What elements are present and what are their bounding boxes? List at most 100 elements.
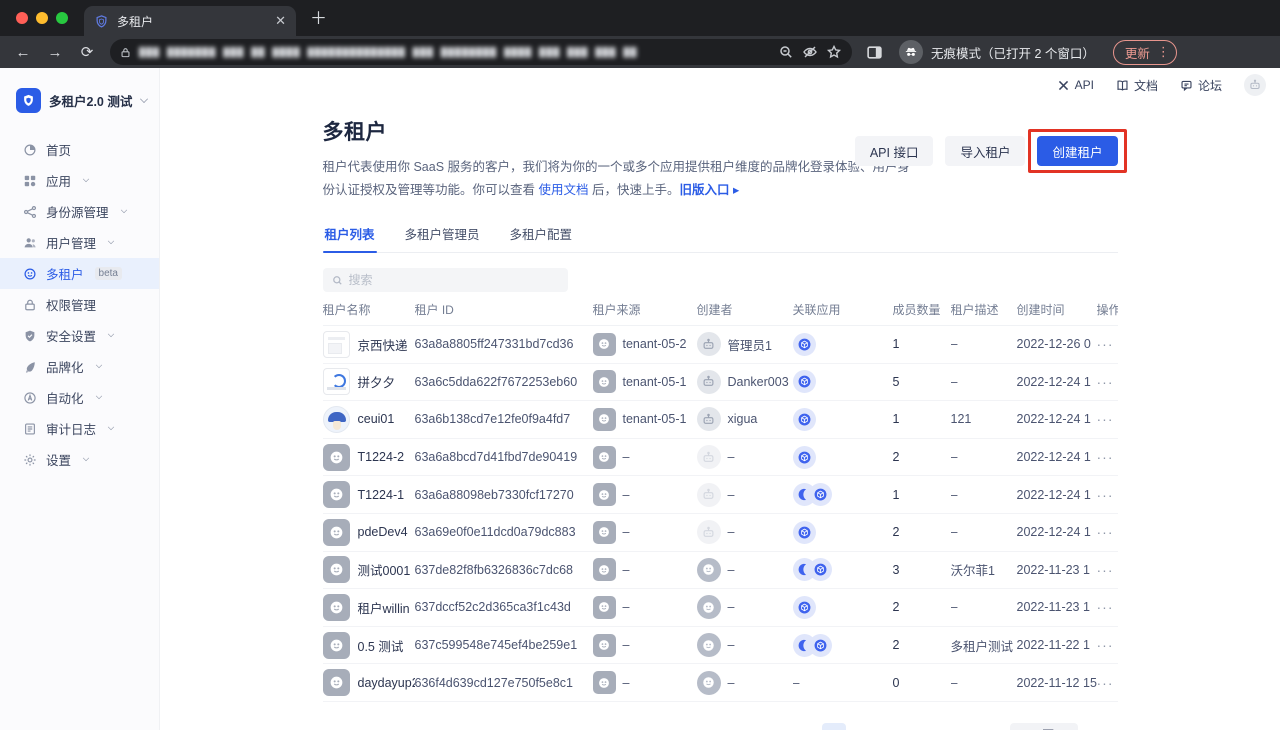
pagination-page-5[interactable]: 5 <box>942 723 966 730</box>
legacy-entry-link[interactable]: 旧版入口 ▸ <box>679 183 739 197</box>
members-count-cell: 1 <box>893 412 951 426</box>
table-row[interactable]: 测试0001637de82f8fb6326836c7dc68––3沃尔菲1202… <box>323 552 1118 590</box>
browser-menu-icon[interactable]: ⋮ <box>1157 44 1170 60</box>
table-row[interactable]: daydayup2636f4d639cd127e750f5e8c1–––0–20… <box>323 664 1118 702</box>
tenant-desc-cell: 121 <box>951 412 1017 426</box>
tenant-source-cell: – <box>593 671 697 694</box>
api-tool-icon <box>1057 79 1070 92</box>
topbar-docs-link[interactable]: 文档 <box>1116 77 1158 94</box>
import-tenant-button[interactable]: 导入租户 <box>945 136 1025 166</box>
tab-2[interactable]: 多租户管理员 <box>403 218 482 252</box>
table-row[interactable]: T1224-263a6a8bcd7d41fbd7de90419––2–2022-… <box>323 439 1118 477</box>
source-tenant-icon <box>593 483 616 506</box>
table-row[interactable]: 租户willin637dccf52c2d365ca3f1c43d––2–2022… <box>323 589 1118 627</box>
row-actions-button[interactable]: ··· <box>1097 599 1118 615</box>
forward-button[interactable]: → <box>42 44 68 61</box>
row-actions-button[interactable]: ··· <box>1097 336 1118 352</box>
pagination-page-1[interactable]: 1 <box>822 723 846 730</box>
pagination-page-3[interactable]: 3 <box>882 723 906 730</box>
page-size-select[interactable]: 10 / 页 <box>1010 723 1078 730</box>
tenant-source-cell: tenant-05-1 <box>593 408 697 431</box>
brand-icon <box>23 360 37 374</box>
new-tab-button[interactable]: ＋ <box>310 4 327 36</box>
pagination-page-4[interactable]: 4 <box>912 723 936 730</box>
row-actions-button[interactable]: ··· <box>1097 562 1118 578</box>
sidebar-item-8[interactable]: 品牌化 <box>0 351 159 382</box>
app-cube-icon <box>793 596 816 619</box>
reload-button[interactable]: ⟳ <box>74 43 100 61</box>
no-apps-dash: – <box>793 676 800 690</box>
search-box[interactable] <box>323 268 568 292</box>
tab-3[interactable]: 多租户配置 <box>508 218 575 252</box>
user-avatar[interactable] <box>1244 74 1266 96</box>
sidebar-item-10[interactable]: 审计日志 <box>0 413 159 444</box>
row-actions-button[interactable]: ··· <box>1097 487 1118 503</box>
sidebar-item-label: 首页 <box>46 140 71 159</box>
docs-link[interactable]: 使用文档 <box>538 183 588 197</box>
pagination-next-button[interactable]: › <box>972 723 996 730</box>
table-row[interactable]: 京西快递63a8a8805ff247331bd7cd36tenant-05-2管… <box>323 326 1118 364</box>
side-panel-icon[interactable] <box>866 44 883 61</box>
topbar-forum-link[interactable]: 论坛 <box>1180 77 1222 94</box>
row-actions-button[interactable]: ··· <box>1097 675 1118 691</box>
browser-tab[interactable]: 多租户 ✕ <box>84 6 296 36</box>
pagination-page-2[interactable]: 2 <box>852 723 876 730</box>
sidebar-item-7[interactable]: 安全设置 <box>0 320 159 351</box>
row-actions-button[interactable]: ··· <box>1097 411 1118 427</box>
api-endpoints-button[interactable]: API 接口 <box>855 136 934 166</box>
eye-blocked-icon[interactable] <box>802 44 818 60</box>
sidebar-item-11[interactable]: 设置 <box>0 444 159 475</box>
tab-1[interactable]: 租户列表 <box>323 218 377 252</box>
bookmark-star-icon[interactable] <box>826 44 842 60</box>
created-at-cell: 2022-11-22 1 <box>1017 638 1097 652</box>
sidebar-item-1[interactable]: 首页 <box>0 134 159 165</box>
row-actions-button[interactable]: ··· <box>1097 374 1118 390</box>
tab-close-icon[interactable]: ✕ <box>275 13 286 29</box>
row-actions-button[interactable]: ··· <box>1097 637 1118 653</box>
search-icon <box>332 275 343 286</box>
audit-icon <box>23 422 37 436</box>
zoom-window-button[interactable] <box>56 12 68 24</box>
created-at-cell: 2022-12-26 0 <box>1017 337 1097 351</box>
table-row[interactable]: 拼夕夕63a6c5dda622f7672253eb60tenant-05-1Da… <box>323 364 1118 402</box>
topbar-api-link[interactable]: API <box>1057 78 1094 92</box>
workspace-switcher[interactable]: 多租户2.0 测试 <box>0 82 159 118</box>
back-button[interactable]: ← <box>10 44 36 61</box>
search-input[interactable] <box>349 273 559 287</box>
table-row[interactable]: pdeDev463a69e0f0e11dcd0a79dc883––2–2022-… <box>323 514 1118 552</box>
linked-apps-cell <box>793 446 893 469</box>
members-count-cell: 1 <box>893 488 951 502</box>
sidebar-item-2[interactable]: 应用 <box>0 165 159 196</box>
chevron-down-icon <box>108 424 114 430</box>
app-cube-icon <box>793 333 816 356</box>
pagination-prev-button[interactable]: ‹ <box>792 723 816 730</box>
row-actions-button[interactable]: ··· <box>1097 524 1118 540</box>
sidebar-item-9[interactable]: 自动化 <box>0 382 159 413</box>
table-row[interactable]: ceui0163a6b138cd7e12fe0f9a4fd7tenant-05-… <box>323 401 1118 439</box>
table-row[interactable]: T1224-163a6a88098eb7330fcf17270––1–2022-… <box>323 476 1118 514</box>
chevron-down-icon <box>83 176 89 182</box>
close-window-button[interactable] <box>16 12 28 24</box>
tenant-id-cell: 637de82f8fb6326836c7dc68 <box>415 563 593 577</box>
members-count-cell: 2 <box>893 525 951 539</box>
table-row[interactable]: 0.5 测试637c599548e745ef4be259e1––2多租户测试20… <box>323 627 1118 665</box>
sidebar-item-3[interactable]: 身份源管理 <box>0 196 159 227</box>
sidebar-item-6[interactable]: 权限管理 <box>0 289 159 320</box>
sidebar-item-5[interactable]: 多租户beta <box>0 258 159 289</box>
zoom-page-icon[interactable] <box>778 44 794 60</box>
tenant-id-cell: 63a6b138cd7e12fe0f9a4fd7 <box>415 412 593 426</box>
creator-name: 管理员1 <box>728 335 772 354</box>
tenant-icon <box>23 267 37 281</box>
sidebar-item-4[interactable]: 用户管理 <box>0 227 159 258</box>
creator-name: – <box>728 450 735 464</box>
create-tenant-button[interactable]: 创建租户 <box>1037 136 1117 166</box>
linked-apps-cell <box>793 634 893 657</box>
update-button[interactable]: 更新 ⋮ <box>1113 40 1177 65</box>
tenant-source: – <box>623 563 630 577</box>
sidebar-item-label: 审计日志 <box>46 419 96 438</box>
tenant-name-cell: 0.5 测试 <box>323 632 415 659</box>
address-bar[interactable]: ██▇ ███▇██▇ ▇██ ██ ▇███ ▇█▇██▇████▇███ ▇… <box>110 39 852 65</box>
minimize-window-button[interactable] <box>36 12 48 24</box>
row-actions-button[interactable]: ··· <box>1097 449 1118 465</box>
tenant-name: 京西快递 <box>358 335 408 354</box>
